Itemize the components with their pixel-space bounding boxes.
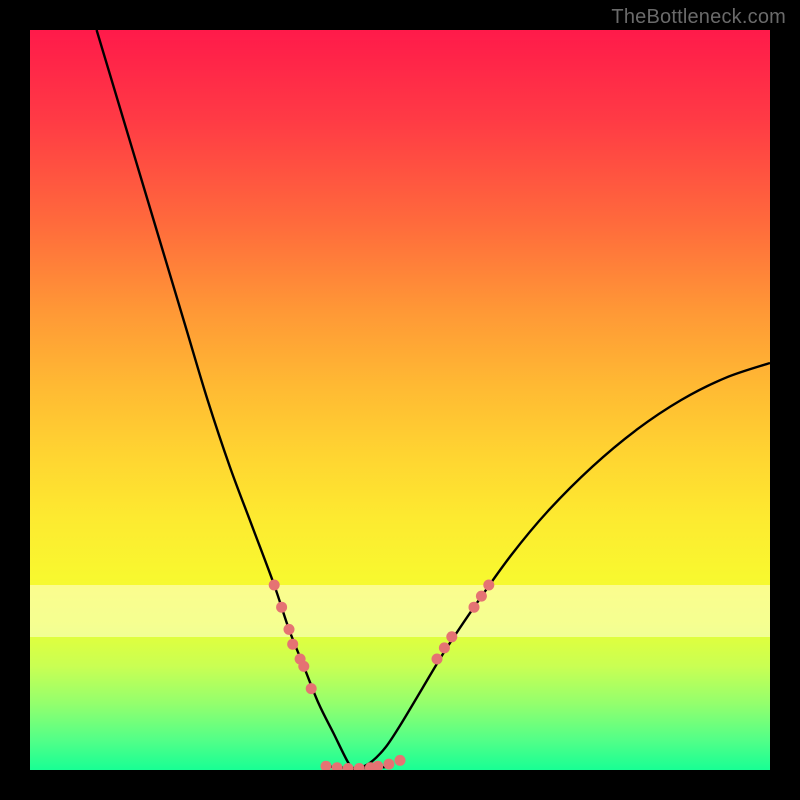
data-dot bbox=[332, 762, 343, 770]
curve-left-branch bbox=[97, 30, 356, 770]
curve-svg bbox=[30, 30, 770, 770]
data-dot bbox=[284, 624, 295, 635]
data-dot bbox=[354, 763, 365, 770]
data-dot bbox=[383, 759, 394, 770]
data-dot bbox=[446, 631, 457, 642]
data-dot bbox=[321, 761, 332, 770]
data-dot bbox=[439, 642, 450, 653]
data-dot bbox=[287, 639, 298, 650]
data-dot bbox=[395, 755, 406, 766]
data-dot bbox=[432, 654, 443, 665]
outer-frame: TheBottleneck.com bbox=[0, 0, 800, 800]
data-dot bbox=[343, 763, 354, 770]
data-dot bbox=[298, 661, 309, 672]
dot-cluster-group bbox=[269, 580, 495, 771]
data-dot bbox=[269, 580, 280, 591]
watermark-text: TheBottleneck.com bbox=[611, 6, 786, 29]
data-dot bbox=[306, 683, 317, 694]
data-dot bbox=[372, 761, 383, 770]
curve-right-branch bbox=[356, 363, 770, 770]
data-dot bbox=[483, 580, 494, 591]
plot-area bbox=[30, 30, 770, 770]
data-dot bbox=[476, 591, 487, 602]
data-dot bbox=[469, 602, 480, 613]
data-dot bbox=[276, 602, 287, 613]
